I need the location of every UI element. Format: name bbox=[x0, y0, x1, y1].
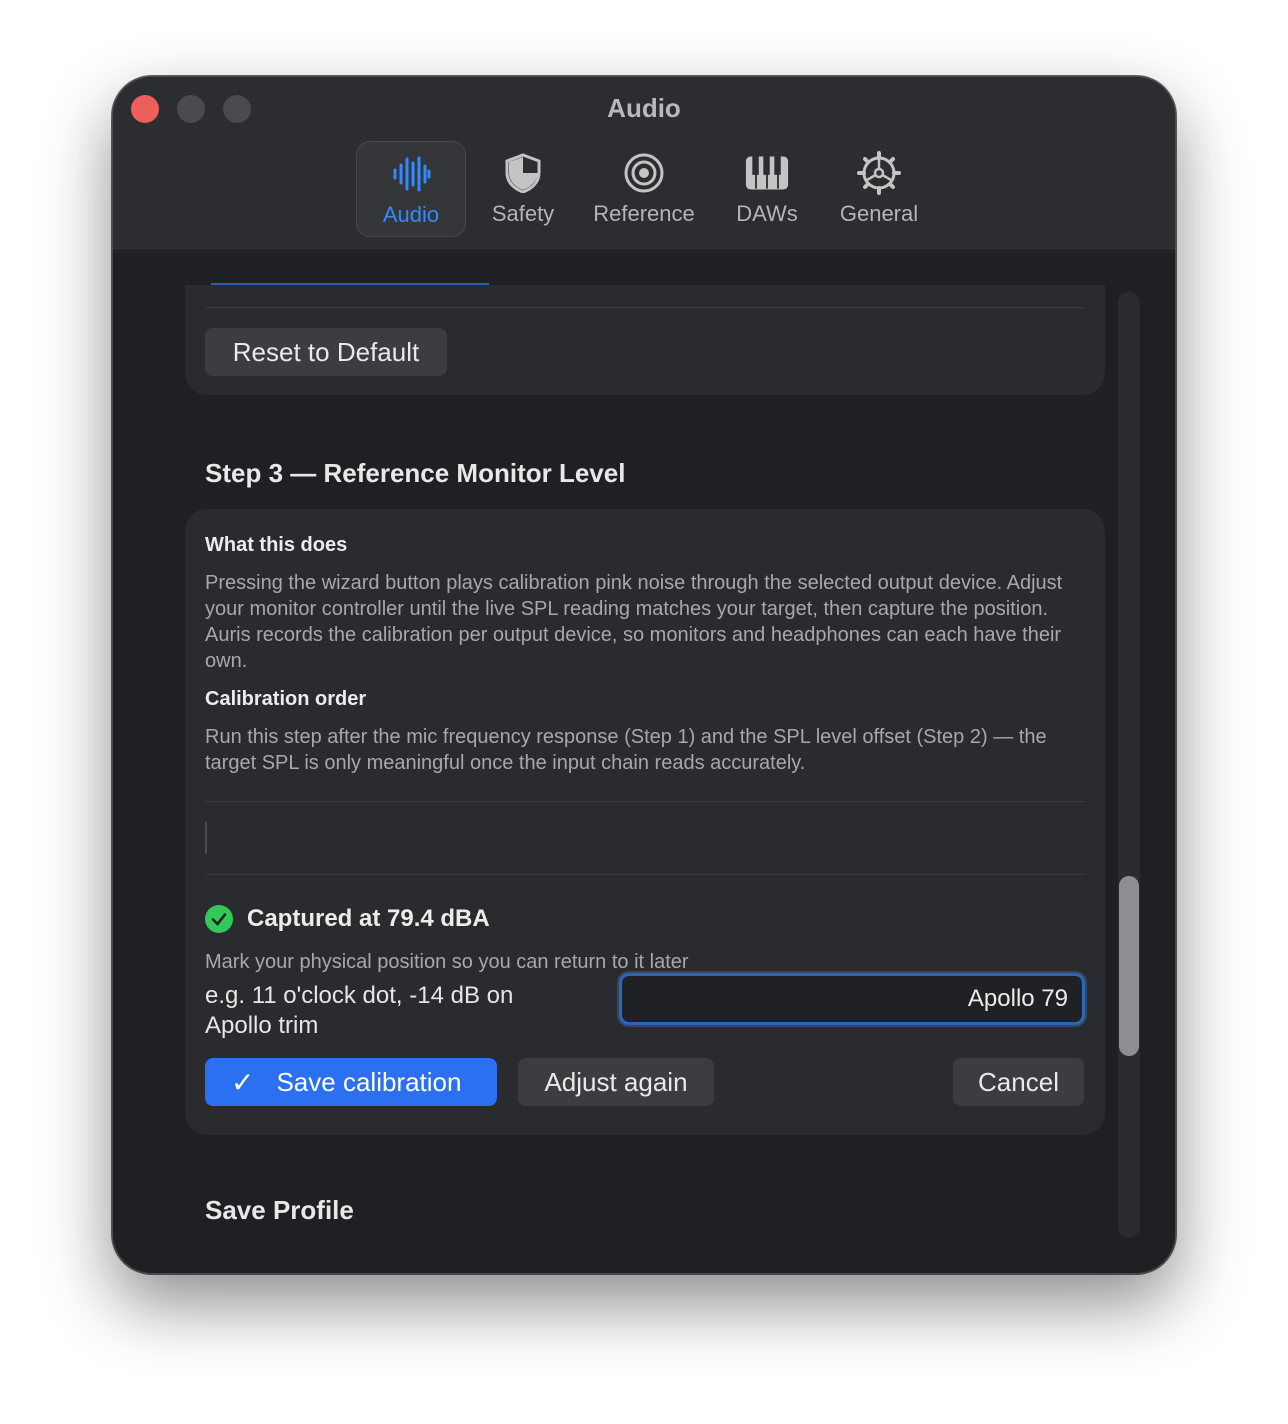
divider bbox=[205, 801, 1085, 802]
calibration-order-title: Calibration order bbox=[205, 688, 367, 710]
what-this-does-body: Pressing the wizard button plays calibra… bbox=[205, 572, 1063, 672]
checkmark-icon: ✓ bbox=[231, 1066, 255, 1098]
piano-keys-icon bbox=[745, 151, 789, 195]
toolbar: Audio Audio Safety Reference DAWs Genera… bbox=[113, 77, 1175, 251]
calibration-order-body: Run this step after the mic frequency re… bbox=[205, 726, 1047, 774]
save-calibration-button[interactable]: ✓ Save calibration bbox=[205, 1058, 497, 1106]
shield-icon bbox=[501, 151, 545, 195]
target-icon bbox=[622, 151, 666, 195]
gear-icon bbox=[857, 151, 901, 195]
save-profile-heading: Save Profile bbox=[205, 1195, 354, 1225]
what-this-does-title: What this does bbox=[205, 534, 348, 556]
divider bbox=[205, 874, 1085, 875]
reset-to-default-button[interactable]: Reset to Default bbox=[205, 328, 447, 376]
divider bbox=[205, 307, 1085, 308]
empty-row-caret bbox=[205, 822, 207, 854]
tab-label: Audio bbox=[382, 202, 440, 227]
tab-label: Safety bbox=[491, 201, 555, 226]
tab-label: DAWs bbox=[736, 201, 798, 226]
tab-general[interactable]: General bbox=[833, 141, 925, 237]
waveform-icon bbox=[389, 152, 433, 196]
tab-daws[interactable]: DAWs bbox=[725, 141, 809, 237]
tab-audio[interactable]: Audio bbox=[356, 141, 466, 237]
step3-heading: Step 3 — Reference Monitor Level bbox=[205, 458, 626, 488]
tab-safety[interactable]: Safety bbox=[478, 141, 568, 237]
tab-label: General bbox=[839, 201, 919, 226]
captured-status: Captured at 79.4 dBA bbox=[205, 905, 490, 933]
scrollbar-track[interactable] bbox=[1118, 292, 1140, 1238]
slider-track-fragment bbox=[211, 283, 489, 285]
mark-position-hint: Mark your physical position so you can r… bbox=[205, 951, 689, 973]
tab-reference[interactable]: Reference bbox=[585, 141, 703, 237]
captured-text: Captured at 79.4 dBA bbox=[247, 905, 490, 932]
position-name-label: e.g. 11 o'clock dot, -14 dB on Apollo tr… bbox=[205, 982, 514, 1039]
preferences-window: Audio Audio Safety Reference DAWs Genera… bbox=[112, 76, 1176, 1274]
save-calibration-label: Save calibration bbox=[276, 1066, 462, 1097]
position-name-field[interactable]: Apollo 79 bbox=[619, 973, 1085, 1025]
cancel-button[interactable]: Cancel bbox=[953, 1058, 1084, 1106]
checkmark-circle-icon bbox=[205, 905, 233, 933]
scrollbar-thumb[interactable] bbox=[1119, 876, 1139, 1056]
adjust-again-button[interactable]: Adjust again bbox=[518, 1058, 714, 1106]
tab-label: Reference bbox=[593, 201, 695, 226]
window-title: Audio bbox=[607, 93, 681, 123]
